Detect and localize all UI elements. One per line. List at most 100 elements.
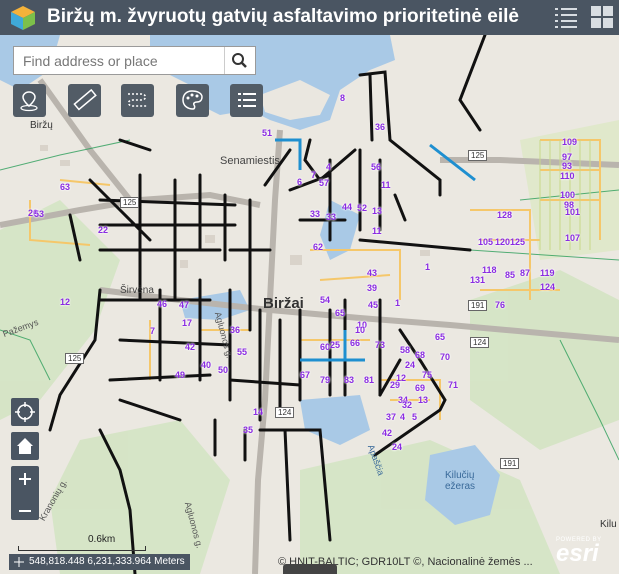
home-icon <box>17 438 33 454</box>
priority-number-label: 124 <box>540 282 556 292</box>
priority-number-label: 36 <box>230 325 241 335</box>
priority-number-label: 1 <box>395 298 401 308</box>
priority-number-label: 125 <box>510 237 526 247</box>
priority-number-label: 100 <box>560 190 576 200</box>
priority-number-label: 120 <box>495 237 511 247</box>
priority-number-label: 47 <box>179 300 190 310</box>
priority-number-label: 52 <box>357 203 368 213</box>
priority-number-label: 12 <box>396 373 407 383</box>
priority-number-label: 46 <box>157 299 168 309</box>
priority-number-label: 45 <box>368 300 379 310</box>
priority-number-label: 54 <box>320 295 331 305</box>
priority-number-label: 35 <box>243 425 254 435</box>
esri-wordmark: esri <box>556 540 599 567</box>
priority-number-label: 93 <box>562 161 573 171</box>
priority-number-label: 44 <box>342 202 353 212</box>
search-input[interactable] <box>14 47 226 74</box>
priority-number-label: 33 <box>326 212 337 222</box>
place-label-senamiestis: Senamiestis <box>220 155 280 167</box>
priority-number-label: 12 <box>60 297 71 307</box>
details-list-icon[interactable] <box>554 5 578 29</box>
priority-number-label: 13 <box>372 206 383 216</box>
route-icon <box>127 93 147 107</box>
legend-tool-button[interactable] <box>230 84 263 117</box>
priority-number-label: 63 <box>60 182 71 192</box>
search-box <box>13 46 256 75</box>
road-shield: 125 <box>120 197 140 208</box>
priority-number-label: 107 <box>565 233 581 243</box>
priority-number-label: 66 <box>350 338 361 348</box>
priority-number-label: 76 <box>495 300 506 310</box>
search-icon <box>232 53 247 68</box>
basemap-tool-button[interactable] <box>176 84 209 117</box>
zoom-out-icon[interactable] <box>11 498 39 525</box>
bottom-panel-handle[interactable] <box>283 564 337 574</box>
priority-number-label: 37 <box>386 412 397 422</box>
priority-number-label: 49 <box>175 370 186 380</box>
list-icon <box>238 93 256 107</box>
priority-number-label: 71 <box>448 380 459 390</box>
priority-number-label: 11 <box>372 226 382 236</box>
priority-number-label: 69 <box>415 383 426 393</box>
priority-number-label: 79 <box>320 375 331 385</box>
priority-number-label: 53 <box>34 209 45 219</box>
layers-tool-button[interactable] <box>121 84 154 117</box>
locate-button[interactable] <box>11 398 39 426</box>
priority-number-label: 101 <box>565 207 581 217</box>
locate-tool-button[interactable] <box>13 84 46 117</box>
priority-number-label: 25 <box>330 340 341 350</box>
basemap-gallery-icon[interactable] <box>590 5 614 29</box>
priority-number-label: 22 <box>98 225 109 235</box>
search-button[interactable] <box>224 47 255 74</box>
priority-number-label: 62 <box>313 242 324 252</box>
zoom-in-icon[interactable] <box>11 466 39 493</box>
priority-number-label: 67 <box>300 370 311 380</box>
app-title: Biržų m. žvyruotų gatvių asfaltavimo pri… <box>47 6 519 27</box>
priority-number-label: 40 <box>201 360 212 370</box>
priority-number-label: 56 <box>371 162 382 172</box>
place-label-kilu: Kilu <box>600 519 617 530</box>
priority-number-label: 5 <box>412 412 418 422</box>
esri-logo: POWERED BY esri <box>556 537 602 567</box>
priority-number-label: 83 <box>344 375 355 385</box>
priority-number-label: 24 <box>405 360 416 370</box>
priority-number-label: 75 <box>422 370 433 380</box>
priority-number-label: 7 <box>311 170 317 180</box>
priority-number-label: 57 <box>319 178 330 188</box>
road-shield: 191 <box>468 300 488 311</box>
zoom-control <box>11 466 39 520</box>
priority-number-label: 4 <box>400 412 406 422</box>
home-button[interactable] <box>11 432 39 460</box>
priority-number-label: 58 <box>400 345 411 355</box>
place-label-sirvena: Širvėna <box>120 285 154 296</box>
priority-number-label: 1 <box>425 262 431 272</box>
location-pin-icon <box>20 91 38 112</box>
priority-number-label: 55 <box>237 347 248 357</box>
scale-line <box>18 546 146 551</box>
priority-number-label: 14 <box>253 407 264 417</box>
priority-number-label: 10 <box>355 325 366 335</box>
priority-number-label: 8 <box>340 93 346 103</box>
priority-number-label: 60 <box>320 342 331 352</box>
coordinates-readout: 548,818.448 6,231,333.964 Meters <box>9 554 190 570</box>
priority-number-label: 81 <box>364 375 375 385</box>
priority-number-label: 73 <box>375 340 386 350</box>
priority-number-label: 32 <box>402 400 413 410</box>
measure-tool-button[interactable] <box>68 84 101 117</box>
priority-number-label: 51 <box>262 128 273 138</box>
priority-number-label: 13 <box>418 395 429 405</box>
scale-label: 0.6km <box>88 534 116 545</box>
place-label-birzu: Biržų <box>30 120 53 131</box>
priority-number-label: 36 <box>375 122 386 132</box>
priority-number-label: 17 <box>182 318 193 328</box>
priority-number-label: 50 <box>218 365 229 375</box>
priority-number-label: 65 <box>435 332 446 342</box>
app-logo-icon <box>11 6 35 30</box>
road-shield: 124 <box>275 407 295 418</box>
priority-number-label: 6 <box>297 177 303 187</box>
priority-number-label: 39 <box>367 283 378 293</box>
priority-number-label: 119 <box>540 268 555 278</box>
priority-number-label: 109 <box>562 137 578 147</box>
priority-number-label: 68 <box>415 350 426 360</box>
place-label-birzai: Biržai <box>263 295 304 312</box>
